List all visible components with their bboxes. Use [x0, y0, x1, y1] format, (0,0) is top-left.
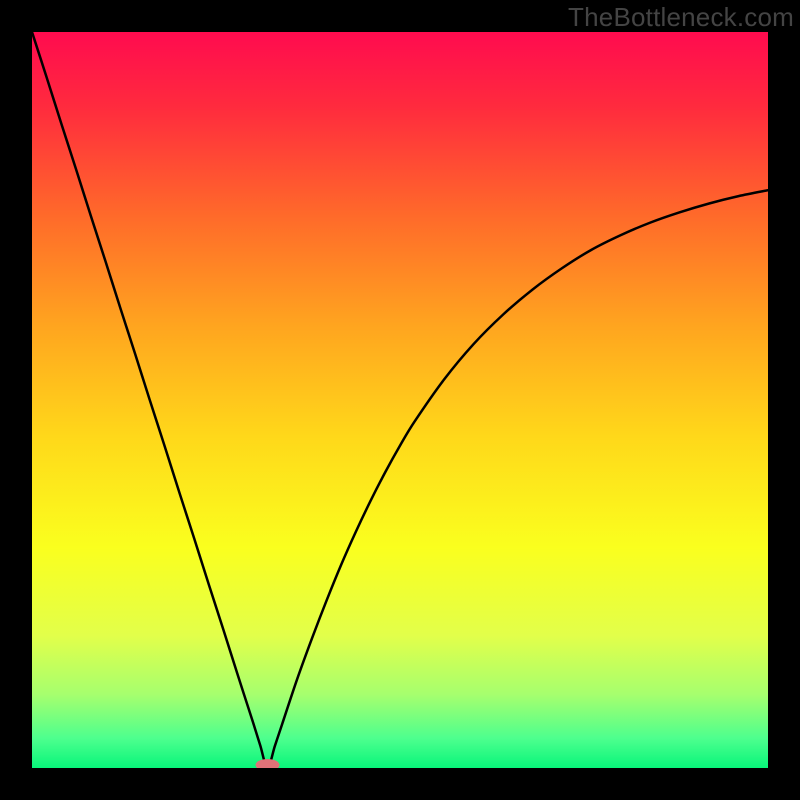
- gradient-background: [32, 32, 768, 768]
- plot-svg: [32, 32, 768, 768]
- chart-frame: TheBottleneck.com: [0, 0, 800, 800]
- watermark-text: TheBottleneck.com: [568, 2, 794, 33]
- plot-area: [32, 32, 768, 768]
